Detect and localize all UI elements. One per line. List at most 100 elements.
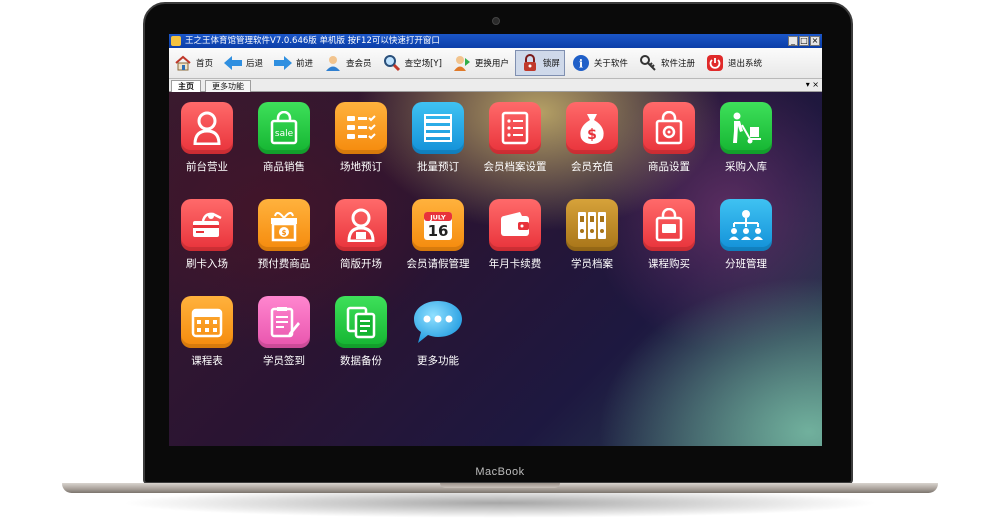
svg-text:i: i bbox=[579, 58, 583, 71]
key-icon bbox=[638, 53, 658, 73]
laptop-notch bbox=[440, 483, 560, 488]
app-label: 学员档案 bbox=[571, 258, 613, 270]
app-card-entry[interactable]: 刷卡入场 bbox=[169, 189, 245, 270]
app-label: 商品设置 bbox=[648, 161, 690, 173]
svg-text:$: $ bbox=[587, 127, 597, 143]
org-chart-icon bbox=[720, 199, 772, 251]
window-title: 王之王体育馆管理软件V7.0.646版 单机版 按F12可以快速打开窗口 bbox=[185, 36, 440, 46]
app-more-functions[interactable]: 更多功能 bbox=[400, 286, 476, 367]
tab-more-functions[interactable]: 更多功能 bbox=[205, 80, 251, 92]
app-label: 场地预订 bbox=[340, 161, 382, 173]
home-icon bbox=[173, 53, 193, 73]
toolbar-register-button[interactable]: 软件注册 bbox=[634, 50, 699, 76]
bag-gear-icon bbox=[643, 102, 695, 154]
screen: 王之王体育馆管理软件V7.0.646版 单机版 按F12可以快速打开窗口 _ □… bbox=[169, 34, 822, 446]
app-course-schedule[interactable]: 课程表 bbox=[169, 286, 245, 367]
app-label: 更多功能 bbox=[417, 355, 459, 367]
arrow-right-icon bbox=[273, 53, 293, 73]
toolbar-lock-button[interactable]: 锁屏 bbox=[514, 50, 565, 76]
calendar-icon: JULY 16 bbox=[412, 199, 464, 251]
card-swipe-icon bbox=[181, 199, 233, 251]
window-titlebar: 王之王体育馆管理软件V7.0.646版 单机版 按F12可以快速打开窗口 _ □… bbox=[169, 34, 822, 48]
app-label: 课程购买 bbox=[648, 258, 690, 270]
toolbar-exit-button[interactable]: 退出系统 bbox=[701, 50, 766, 76]
app-label: 批量预订 bbox=[417, 161, 459, 173]
toolbar-empty-venue-button[interactable]: 查空场[Y] bbox=[378, 50, 446, 76]
app-student-sign-in[interactable]: 学员签到 bbox=[246, 286, 322, 367]
app-student-files[interactable]: 学员档案 bbox=[554, 189, 630, 270]
power-icon bbox=[705, 53, 725, 73]
app-label: 会员充值 bbox=[571, 161, 613, 173]
toolbar-switch-user-button[interactable]: 更换用户 bbox=[448, 50, 513, 76]
sale-bag-icon: sale bbox=[258, 102, 310, 154]
app-class-management[interactable]: 分班管理 bbox=[708, 189, 784, 270]
app-course-purchase[interactable]: 课程购买 bbox=[631, 189, 707, 270]
app-label: 课程表 bbox=[191, 355, 223, 367]
app-label: 会员档案设置 bbox=[483, 161, 547, 173]
receptionist-icon bbox=[335, 199, 387, 251]
binders-icon bbox=[566, 199, 618, 251]
app-member-leave[interactable]: JULY 16 会员请假管理 bbox=[400, 189, 476, 270]
arrow-left-icon bbox=[223, 53, 243, 73]
magnifier-icon bbox=[382, 53, 402, 73]
switch-user-icon bbox=[452, 53, 472, 73]
tab-controls[interactable]: ▾ × bbox=[806, 79, 819, 91]
wallet-icon bbox=[489, 199, 541, 251]
app-venue-booking[interactable]: 场地预订 bbox=[323, 92, 399, 173]
toolbar-back-button[interactable]: 后退 bbox=[219, 50, 267, 76]
app-label: 数据备份 bbox=[340, 355, 382, 367]
calendar-month: JULY bbox=[429, 214, 446, 222]
app-prepaid-products[interactable]: $ 预付费商品 bbox=[246, 189, 322, 270]
tab-bar: 主页 更多功能 ▾ × bbox=[169, 79, 822, 92]
tab-home[interactable]: 主页 bbox=[171, 80, 201, 92]
app-card-renewal[interactable]: 年月卡续费 bbox=[477, 189, 553, 270]
svg-text:$: $ bbox=[282, 229, 287, 237]
info-icon: i bbox=[571, 53, 591, 73]
app-purchase-stock-in[interactable]: 采购入库 bbox=[708, 92, 784, 173]
hand-truck-icon bbox=[720, 102, 772, 154]
toolbar-forward-button[interactable]: 前进 bbox=[269, 50, 317, 76]
app-data-backup[interactable]: 数据备份 bbox=[323, 286, 399, 367]
money-bag-icon: $ bbox=[566, 102, 618, 154]
sign-in-icon bbox=[258, 296, 310, 348]
app-front-desk[interactable]: 前台营业 bbox=[169, 92, 245, 173]
receptionist-icon bbox=[181, 102, 233, 154]
copy-docs-icon bbox=[335, 296, 387, 348]
app-member-file-settings[interactable]: 会员档案设置 bbox=[477, 92, 553, 173]
toolbar: 首页 后退 前进 查会员 查空场[Y] 更换用户 锁屏 i 关于软件 软件注册 … bbox=[169, 48, 822, 79]
app-label: 预付费商品 bbox=[257, 258, 311, 270]
shopping-bag-icon bbox=[643, 199, 695, 251]
app-label: 刷卡入场 bbox=[186, 258, 228, 270]
app-product-settings[interactable]: 商品设置 bbox=[631, 92, 707, 173]
document-list-icon bbox=[489, 102, 541, 154]
app-member-recharge[interactable]: $ 会员充值 bbox=[554, 92, 630, 173]
app-simple-opening[interactable]: 简版开场 bbox=[323, 189, 399, 270]
app-label: 分班管理 bbox=[725, 258, 767, 270]
device-brand: MacBook bbox=[475, 466, 525, 478]
app-batch-booking[interactable]: 批量预订 bbox=[400, 92, 476, 173]
toolbar-home-button[interactable]: 首页 bbox=[169, 50, 217, 76]
app-label: 学员签到 bbox=[263, 355, 305, 367]
gift-box-icon: $ bbox=[258, 199, 310, 251]
maximize-button[interactable]: □ bbox=[799, 36, 809, 46]
calendar-day: 16 bbox=[428, 222, 449, 240]
close-button[interactable]: × bbox=[810, 36, 820, 46]
minimize-button[interactable]: _ bbox=[788, 36, 798, 46]
schedule-icon bbox=[181, 296, 233, 348]
toolbar-about-button[interactable]: i 关于软件 bbox=[567, 50, 632, 76]
app-label: 采购入库 bbox=[725, 161, 767, 173]
window-controls: _ □ × bbox=[788, 36, 820, 46]
stack-icon bbox=[412, 102, 464, 154]
lock-icon bbox=[520, 53, 540, 73]
app-label: 商品销售 bbox=[263, 161, 305, 173]
app-label: 前台营业 bbox=[186, 161, 228, 173]
toolbar-member-search-button[interactable]: 查会员 bbox=[319, 50, 376, 76]
app-product-sales[interactable]: sale 商品销售 bbox=[246, 92, 322, 173]
app-label: 简版开场 bbox=[340, 258, 382, 270]
camera-icon bbox=[492, 17, 500, 25]
member-search-icon bbox=[323, 53, 343, 73]
checklist-icon bbox=[335, 102, 387, 154]
sale-text: sale bbox=[275, 129, 294, 139]
app-logo-icon bbox=[171, 36, 181, 46]
app-label: 年月卡续费 bbox=[488, 258, 542, 270]
